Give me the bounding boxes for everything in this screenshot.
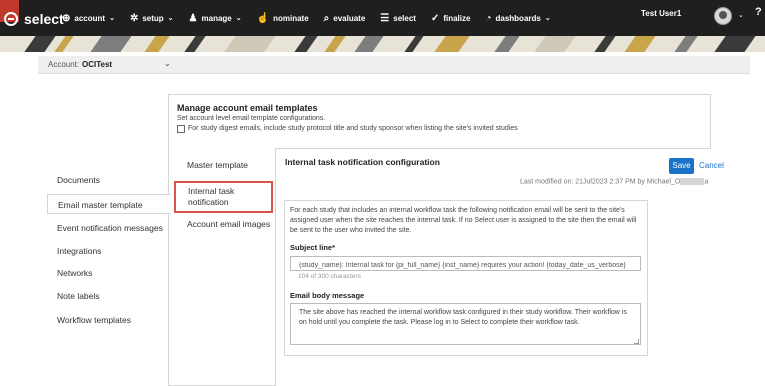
- sidebar-item-email-master-template[interactable]: Email master template: [47, 194, 171, 214]
- user-icon: ♟: [188, 12, 198, 24]
- top-nav-bar: select ⊕ account ⌄ ✲ setup ⌄ ♟ manage ⌄ …: [0, 0, 765, 36]
- nav-label: dashboards: [495, 13, 541, 23]
- nav-label: manage: [201, 13, 232, 23]
- oracle-logo-icon: [4, 12, 18, 26]
- char-count: 104 of 300 characters: [298, 273, 361, 280]
- nav-finalize[interactable]: ✓ finalize: [431, 13, 471, 24]
- chevron-down-icon[interactable]: ⌄: [164, 59, 171, 68]
- chevron-down-icon[interactable]: ⌄: [738, 11, 744, 19]
- account-strip: Account: OCITest ⌄: [38, 56, 750, 74]
- sidebar-item-documents[interactable]: Documents: [47, 170, 171, 190]
- chevron-down-icon: ⌄: [167, 15, 174, 22]
- user-name[interactable]: Test User1: [641, 9, 681, 18]
- last-modified-suffix: a: [704, 178, 709, 186]
- sidebar-item-event-notification-messages[interactable]: Event notification messages: [47, 218, 171, 238]
- digest-checkbox[interactable]: [177, 125, 185, 133]
- brand[interactable]: select: [0, 8, 64, 30]
- nav-evaluate[interactable]: ⌕ evaluate: [324, 13, 366, 24]
- nav-label: setup: [142, 13, 164, 23]
- template-account-email-images[interactable]: Account email images: [187, 219, 270, 229]
- subject-label: Subject line*: [290, 243, 336, 252]
- save-button[interactable]: Save: [669, 158, 694, 174]
- nav-label: evaluate: [333, 13, 366, 23]
- page-title: Manage account email templates: [177, 103, 318, 113]
- nav-manage[interactable]: ♟ manage ⌄: [189, 13, 242, 24]
- help-icon[interactable]: ?: [755, 6, 762, 18]
- nav-label: account: [74, 13, 106, 23]
- list-icon: ☰: [380, 12, 390, 24]
- nav-label: nominate: [273, 13, 309, 23]
- sidebar-item-workflow-templates[interactable]: Workflow templates: [47, 310, 171, 330]
- sidebar-item-integrations[interactable]: Integrations: [47, 241, 171, 261]
- gear-icon: ✲: [129, 12, 139, 24]
- digest-checkbox-label: For study digest emails, include study p…: [188, 125, 518, 132]
- nav-dashboards[interactable]: ◔ dashboards ⌄: [485, 13, 550, 24]
- config-title: Internal task notification configuration: [285, 157, 440, 167]
- body-label: Email body message: [290, 291, 365, 300]
- nav-select[interactable]: ☰ select: [380, 13, 416, 24]
- redacted-name: [680, 178, 705, 185]
- main-nav: ⊕ account ⌄ ✲ setup ⌄ ♟ manage ⌄ ☝ nomin…: [62, 8, 566, 28]
- cancel-link[interactable]: Cancel: [699, 161, 724, 170]
- chevron-down-icon: ⌄: [109, 15, 115, 22]
- chevron-down-icon: ⌄: [544, 15, 551, 22]
- avatar[interactable]: [714, 7, 732, 25]
- chevron-down-icon: ⌄: [235, 15, 242, 22]
- nav-nominate[interactable]: ☝ nominate: [257, 13, 309, 24]
- template-internal-task-notification[interactable]: Internal task notification: [174, 181, 273, 213]
- decorative-banner: [0, 36, 765, 52]
- nav-account[interactable]: ⊕ account ⌄: [62, 13, 115, 24]
- thumbs-up-icon: ☝: [256, 12, 270, 24]
- page-subtitle: Set account level email template configu…: [177, 115, 326, 122]
- search-icon: ⌕: [323, 12, 330, 24]
- account-label: Account:: [48, 60, 80, 69]
- nav-setup[interactable]: ✲ setup ⌄: [130, 13, 174, 24]
- app-name: select: [24, 11, 64, 27]
- last-modified: Last modified on: 21Jul2023 2:37 PM by M…: [520, 178, 708, 185]
- pie-chart-icon: ◔: [485, 12, 492, 24]
- sidebar-item-note-labels[interactable]: Note labels: [47, 286, 171, 306]
- last-modified-text: Last modified on: 21Jul2023 2:37 PM by M…: [520, 178, 681, 186]
- account-value[interactable]: OCITest: [82, 60, 112, 69]
- sidebar-item-networks[interactable]: Networks: [47, 263, 171, 283]
- intro-text: For each study that includes an internal…: [290, 207, 637, 234]
- check-circle-icon: ✓: [430, 12, 440, 24]
- nav-label: finalize: [443, 13, 471, 23]
- nav-label: select: [393, 13, 416, 23]
- subject-input[interactable]: [290, 256, 641, 271]
- resize-handle[interactable]: [634, 339, 639, 344]
- template-master[interactable]: Master template: [187, 160, 248, 170]
- body-textarea[interactable]: The site above has reached the internal …: [290, 303, 641, 345]
